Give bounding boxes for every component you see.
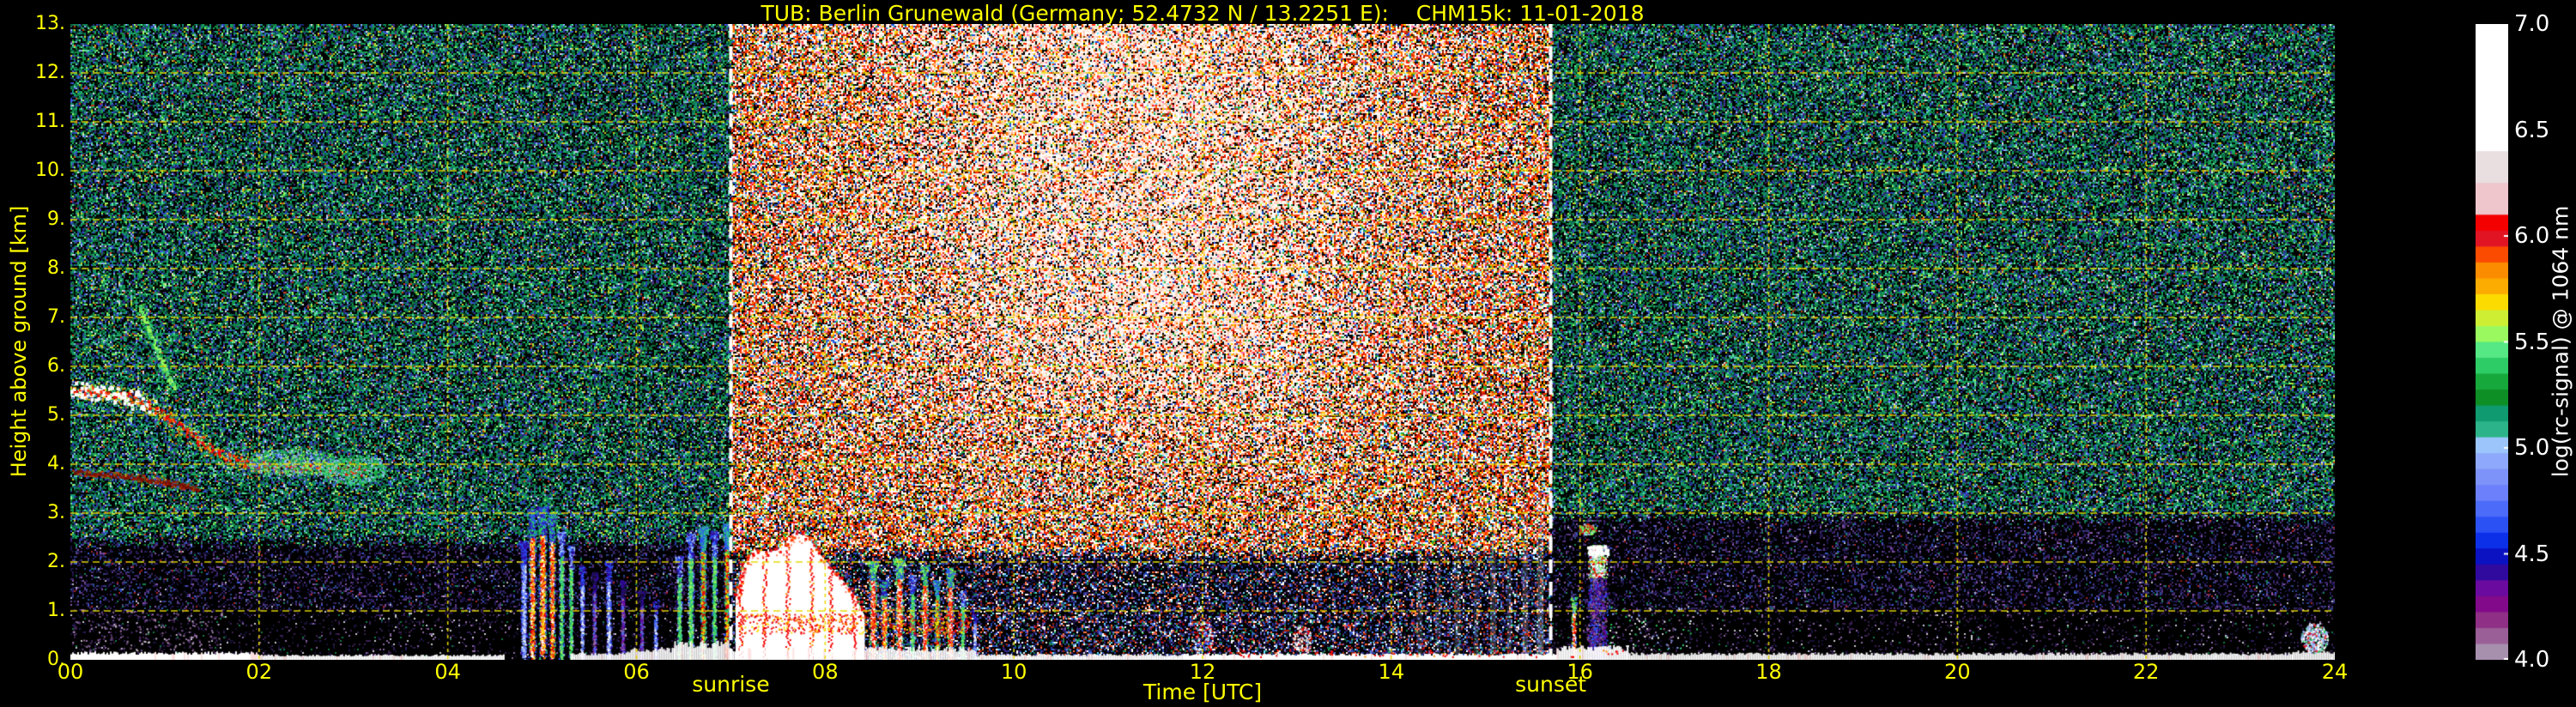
y-tick-label: 10.: [35, 160, 65, 181]
chart-title: TUB: Berlin Grunewald (Germany; 52.4732 …: [761, 1, 1645, 26]
colorbar-canvas: [2476, 24, 2508, 660]
colorbar-tick-label: 7.0: [2514, 11, 2550, 37]
y-tick-label: 5.: [47, 404, 65, 426]
colorbar-tick-label: 4.0: [2514, 647, 2550, 673]
colorbar-label: log(rc-signal) @ 1064 nm: [2548, 205, 2573, 478]
y-tick-label: 1.: [47, 600, 65, 621]
heatmap-canvas: [70, 24, 2335, 660]
figure: TUB: Berlin Grunewald (Germany; 52.4732 …: [0, 0, 2576, 707]
y-tick-label: 12.: [35, 62, 65, 83]
colorbar-tick-label: 4.5: [2514, 541, 2550, 567]
y-axis-label: Height above ground [km]: [7, 205, 31, 478]
x-axis-label: Time [UTC]: [1143, 680, 1263, 704]
y-tick-label: 13.: [35, 13, 65, 34]
y-tick-label: 8.: [47, 257, 65, 279]
y-tick-label: 4.: [47, 453, 65, 474]
sunset-annotation: sunset: [1515, 672, 1587, 697]
y-tick-label: 7.: [47, 306, 65, 328]
colorbar-tick-label: 6.5: [2514, 117, 2550, 143]
y-tick-label: 2.: [47, 551, 65, 572]
y-tick-label: 11.: [35, 111, 65, 132]
y-tick-label: 6.: [47, 355, 65, 377]
y-tick-label: 3.: [47, 502, 65, 523]
y-tick-label: 9.: [47, 208, 65, 230]
sunrise-annotation: sunrise: [692, 672, 770, 697]
